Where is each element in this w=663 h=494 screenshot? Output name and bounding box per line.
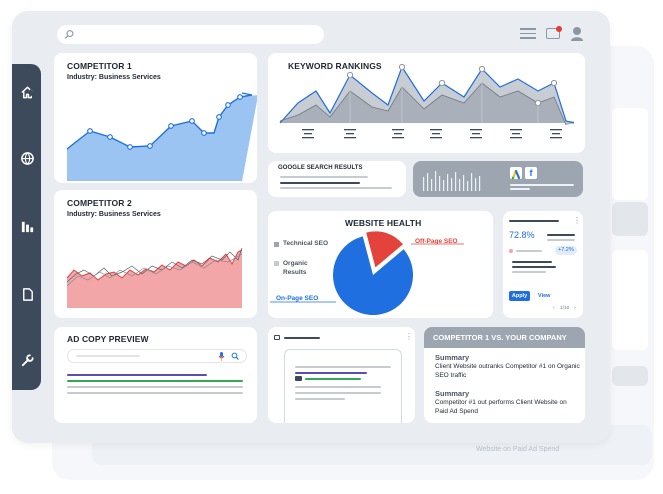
placeholder-line bbox=[280, 187, 392, 189]
view-link[interactable]: View bbox=[538, 291, 550, 301]
placeholder-line bbox=[280, 176, 368, 178]
placeholder-line bbox=[295, 366, 391, 368]
stats-card: ⋮ 72.8% +7.2% Apply View ‹ 1/10 › bbox=[503, 211, 583, 318]
competitor1-card: COMPETITOR 1 Industry: Business Services bbox=[54, 53, 257, 183]
apply-button[interactable]: Apply bbox=[509, 291, 530, 301]
placeholder-line bbox=[295, 392, 381, 394]
placeholder-line bbox=[509, 220, 559, 222]
placeholder-line bbox=[305, 378, 361, 380]
microphone-icon[interactable] bbox=[218, 352, 225, 361]
background-right-column bbox=[612, 90, 652, 420]
facebook-icon: f bbox=[525, 167, 537, 179]
placeholder-line bbox=[295, 372, 367, 374]
placeholder-line bbox=[295, 398, 345, 400]
google-ads-icon bbox=[510, 167, 522, 180]
menu-icon[interactable] bbox=[520, 28, 536, 40]
summary-title: Summary bbox=[435, 353, 470, 362]
calendar-icon bbox=[274, 335, 280, 340]
placeholder-line bbox=[512, 266, 556, 268]
placeholder-line bbox=[67, 392, 243, 394]
pager-text: 1/10 bbox=[560, 306, 570, 311]
status-dot bbox=[509, 249, 513, 253]
avatar[interactable] bbox=[570, 26, 584, 42]
placeholder-line bbox=[510, 184, 574, 186]
placeholder-line bbox=[516, 250, 542, 252]
placeholder-line bbox=[512, 271, 546, 273]
globe-icon[interactable] bbox=[19, 150, 35, 166]
placeholder-line bbox=[67, 374, 207, 376]
ad-platforms-card: f bbox=[413, 161, 583, 197]
document-icon[interactable] bbox=[19, 286, 35, 302]
placeholder-line bbox=[67, 386, 243, 388]
ad-copy-preview-card: AD COPY PREVIEW bbox=[54, 327, 257, 423]
placeholder-line bbox=[280, 182, 360, 184]
mobile-preview-card: ⋮ bbox=[268, 327, 415, 423]
summary-text: Competitor #1 out performs Client Websit… bbox=[435, 399, 567, 415]
delta-badge: +7.2% bbox=[555, 246, 577, 255]
search-icon bbox=[64, 30, 74, 39]
card-title: COMPETITOR 1 VS. YOUR COMPANY bbox=[433, 333, 567, 342]
comparison-card: COMPETITOR 1 VS. YOUR COMPANY Summary Cl… bbox=[424, 327, 585, 423]
card-title: GOOGLE SEARCH RESULTS bbox=[278, 165, 363, 171]
placeholder-line bbox=[76, 355, 140, 357]
placeholder-line bbox=[510, 188, 530, 190]
search-icon[interactable] bbox=[231, 352, 239, 360]
placeholder-line bbox=[284, 337, 320, 339]
card-title: AD COPY PREVIEW bbox=[67, 334, 149, 344]
more-icon[interactable]: ⋮ bbox=[573, 216, 581, 225]
placeholder-line bbox=[67, 380, 243, 382]
ad-search-bar[interactable] bbox=[67, 349, 247, 363]
background-ghost-text: Website on Paid Ad Spend bbox=[476, 446, 560, 453]
summary-text: Client Website outranks Competitor #1 on… bbox=[435, 363, 580, 379]
bar-chart-icon[interactable] bbox=[19, 218, 35, 234]
competitor2-card: COMPETITOR 2 Industry: Business Services bbox=[54, 190, 257, 318]
placeholder-line bbox=[547, 234, 575, 236]
active-nav-indicator bbox=[30, 89, 35, 97]
more-icon[interactable]: ⋮ bbox=[405, 332, 413, 341]
bars-waveform bbox=[423, 171, 481, 191]
website-health-pie bbox=[270, 231, 464, 316]
sidebar bbox=[12, 64, 41, 390]
ad-badge-icon bbox=[295, 376, 302, 381]
placeholder-line bbox=[295, 386, 381, 388]
competitor2-area-chart bbox=[66, 247, 243, 308]
competitor1-area-chart bbox=[66, 92, 257, 181]
placeholder-line bbox=[512, 261, 552, 263]
google-search-results-card: GOOGLE SEARCH RESULTS bbox=[268, 161, 406, 197]
pager-next-icon[interactable]: › bbox=[574, 305, 576, 311]
keyword-rankings-card: KEYWORD RANKINGS bbox=[268, 53, 585, 153]
summary-title: Summary bbox=[435, 389, 470, 398]
search-input[interactable] bbox=[57, 25, 324, 44]
notification-dot bbox=[556, 26, 562, 32]
keyword-rankings-chart bbox=[279, 63, 575, 139]
phone-frame bbox=[284, 349, 402, 423]
stat-percent: 72.8% bbox=[509, 230, 535, 240]
website-health-card: WEBSITE HEALTH Technical SEO Organic Res… bbox=[268, 211, 493, 318]
pager-prev-icon[interactable]: ‹ bbox=[553, 305, 555, 311]
wrench-icon[interactable] bbox=[19, 352, 35, 368]
placeholder-line bbox=[547, 239, 575, 241]
